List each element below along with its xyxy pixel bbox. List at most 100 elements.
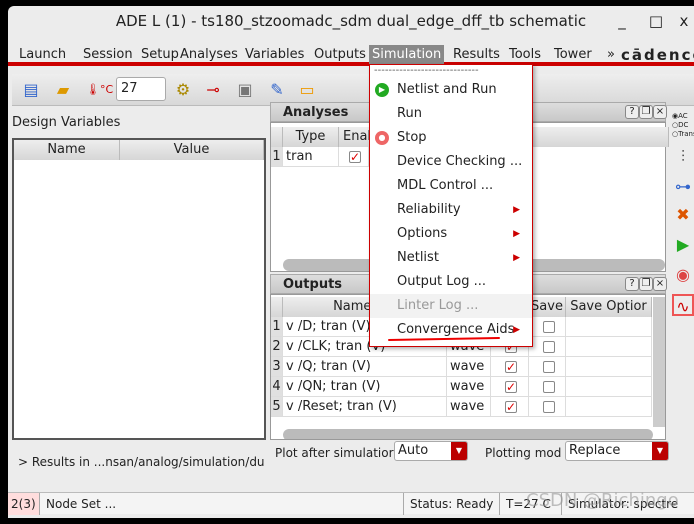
plotting-mode-select[interactable]: Replace ▼	[565, 441, 669, 461]
menu-item-output-log[interactable]: Output Log ...	[370, 270, 532, 294]
design-variables-table[interactable]: Name Value	[12, 138, 266, 440]
save-options-cell[interactable]	[566, 317, 652, 337]
save-options-cell[interactable]	[566, 337, 652, 357]
save-checkbox[interactable]	[529, 377, 566, 397]
close-panel-icon[interactable]: ×	[653, 105, 667, 119]
save-options-cell[interactable]	[566, 357, 652, 377]
probe-icon[interactable]: ⊸	[202, 79, 224, 101]
menu-launch[interactable]: Launch	[16, 45, 69, 66]
edit-icon[interactable]: ✎	[266, 79, 288, 101]
plot-after-select[interactable]: Auto ▼	[394, 441, 468, 461]
dropdown-arrow-icon: ▼	[652, 442, 668, 460]
submenu-arrow-icon: ▶	[513, 253, 520, 263]
float-icon[interactable]: ❐	[639, 277, 653, 291]
output-name[interactable]: v /Q; tran (V)	[283, 357, 447, 377]
menu-outputs[interactable]: Outputs	[311, 45, 369, 66]
design-variables-title: Design Variables	[12, 115, 121, 130]
output-name[interactable]: v /QN; tran (V)	[283, 377, 447, 397]
stop-icon[interactable]: ◉	[672, 264, 694, 286]
close-panel-icon[interactable]: ×	[653, 277, 667, 291]
output-type[interactable]: wave	[447, 377, 491, 397]
status-ready: Status: Ready	[404, 493, 500, 515]
open-folder-gear-icon[interactable]: ▰	[52, 79, 74, 101]
folder-icon[interactable]: ▭	[296, 79, 318, 101]
save-checkbox[interactable]	[529, 337, 566, 357]
submenu-arrow-icon: ▶	[513, 205, 520, 215]
menu-overflow[interactable]: »	[604, 45, 618, 66]
waveform-icon[interactable]: ∿	[672, 294, 694, 316]
plot-after-label: Plot after simulatior	[275, 446, 394, 460]
ade-window: ADE L (1) - ts180_stzoomadc_sdm dual_edg…	[8, 6, 694, 518]
menu-bar: Launch Session Setup Analyses Variables …	[8, 42, 694, 66]
outputs-hscrollbar[interactable]	[283, 429, 653, 439]
outputs-vscrollbar[interactable]	[653, 297, 665, 427]
output-type[interactable]: wave	[447, 397, 491, 417]
menu-item-stop[interactable]: ● Stop	[370, 126, 532, 150]
save-options-cell[interactable]	[566, 397, 652, 417]
menu-variables[interactable]: Variables	[242, 45, 307, 66]
tearoff-separator[interactable]: -----------------------------	[374, 65, 479, 76]
close-button[interactable]: x	[674, 12, 694, 30]
command-counter: 2(3)	[8, 493, 40, 515]
row-number: 1	[271, 317, 283, 337]
save-options-cell[interactable]	[566, 377, 652, 397]
menu-item-mdl-control[interactable]: MDL Control ...	[370, 174, 532, 198]
menu-setup[interactable]: Setup	[138, 45, 182, 66]
outputs-icon[interactable]: ⊶	[672, 176, 694, 198]
menu-item-label: Options	[397, 226, 448, 241]
enable-checkbox[interactable]: ✓	[339, 147, 369, 167]
help-icon[interactable]: ?	[625, 105, 639, 119]
menu-item-reliability[interactable]: Reliability ▶	[370, 198, 532, 222]
analysis-type-radios[interactable]: ◉AC○DC○Trans	[672, 112, 694, 139]
tune-icon[interactable]: ⫶	[672, 146, 694, 168]
delete-icon[interactable]: ✖	[672, 204, 694, 226]
column-save-options[interactable]: Save Optior	[566, 297, 652, 317]
output-name[interactable]: v /Reset; tran (V)	[283, 397, 447, 417]
plot-checkbox[interactable]: ✓	[491, 357, 529, 377]
menu-item-device-checking[interactable]: Device Checking ...	[370, 150, 532, 174]
minimize-button[interactable]: _	[612, 12, 632, 30]
row-number: 5	[271, 397, 283, 417]
column-type[interactable]: Type	[283, 127, 339, 147]
play-icon: ▶	[375, 83, 389, 97]
menu-item-netlist-and-run[interactable]: ▶ Netlist and Run	[370, 78, 532, 102]
maximize-button[interactable]: □	[646, 12, 666, 30]
menu-session[interactable]: Session	[80, 45, 136, 66]
window-title: ADE L (1) - ts180_stzoomadc_sdm dual_edg…	[115, 12, 587, 30]
plot-checkbox[interactable]: ✓	[491, 377, 529, 397]
submenu-arrow-icon: ▶	[513, 325, 520, 335]
clipboard-icon[interactable]: ▣	[234, 79, 256, 101]
simulation-menu: ----------------------------- ▶ Netlist a…	[369, 64, 533, 347]
save-checkbox[interactable]	[529, 317, 566, 337]
menu-results[interactable]: Results	[450, 45, 503, 66]
menu-item-label: Run	[397, 106, 422, 121]
menu-item-netlist[interactable]: Netlist ▶	[370, 246, 532, 270]
output-type[interactable]: wave	[447, 357, 491, 377]
help-icon[interactable]: ?	[625, 277, 639, 291]
menu-item-run[interactable]: Run	[370, 102, 532, 126]
menu-item-label: Output Log ...	[397, 274, 487, 289]
plot-checkbox[interactable]: ✓	[491, 397, 529, 417]
column-save[interactable]: Save	[529, 297, 566, 317]
launch-icon[interactable]: ▤	[20, 79, 42, 101]
menu-item-options[interactable]: Options ▶	[370, 222, 532, 246]
outputs-title: Outputs	[283, 277, 343, 292]
menu-analyses[interactable]: Analyses	[177, 45, 241, 66]
results-path: > Results in ...nsan/analog/simulation/d…	[18, 455, 265, 469]
analysis-type[interactable]: tran	[283, 147, 339, 167]
run-icon[interactable]: ▶	[672, 234, 694, 256]
save-checkbox[interactable]	[529, 397, 566, 417]
float-icon[interactable]: ❐	[639, 105, 653, 119]
menu-tools[interactable]: Tools	[506, 45, 544, 66]
column-value[interactable]: Value	[120, 140, 264, 160]
save-checkbox[interactable]	[529, 357, 566, 377]
menu-item-label: Netlist and Run	[397, 82, 497, 97]
plotting-mode-label: Plotting mod	[485, 446, 562, 460]
menu-item-label: Linter Log ...	[397, 298, 479, 313]
analyses-title: Analyses	[283, 105, 349, 120]
temperature-input[interactable]: 27	[116, 77, 166, 101]
menu-simulation[interactable]: Simulation	[369, 45, 445, 66]
column-name[interactable]: Name	[14, 140, 120, 160]
menu-tower[interactable]: Tower	[551, 45, 595, 66]
setup-gear-icon[interactable]: ⚙	[172, 79, 194, 101]
